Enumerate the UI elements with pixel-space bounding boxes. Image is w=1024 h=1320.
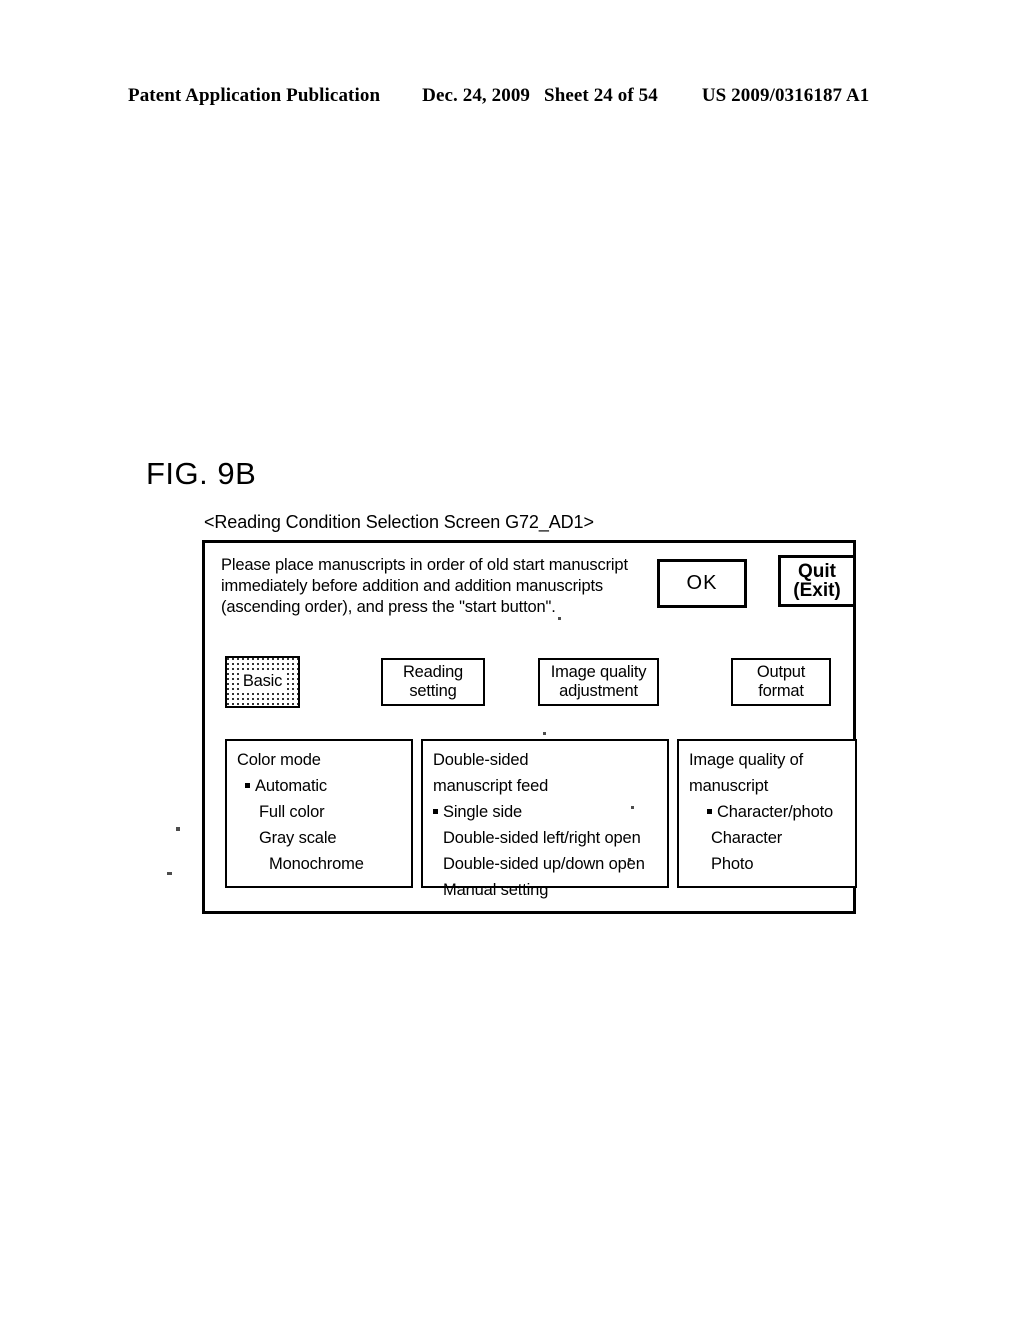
tab-reading-setting-label-line2: setting <box>409 682 457 700</box>
tab-reading-setting[interactable]: Reading setting <box>381 658 485 706</box>
option-color-mode-full-color[interactable]: Full color <box>237 799 411 825</box>
option-color-mode-gray-scale[interactable]: Gray scale <box>237 825 411 851</box>
ok-button[interactable]: OK <box>657 559 747 608</box>
scan-speck <box>167 872 172 875</box>
panel-duplex-manuscript-feed: Double-sided manuscript feed Single side… <box>421 739 669 899</box>
figure-label: FIG. 9B <box>146 456 257 491</box>
option-duplex-single-side[interactable]: Single side <box>433 799 667 825</box>
option-image-quality-character[interactable]: Character <box>689 825 855 851</box>
option-duplex-manual-setting[interactable]: Manual setting <box>433 877 667 903</box>
option-duplex-up-down-open[interactable]: Double-sided up/down open <box>433 851 667 877</box>
tab-basic-label: Basic <box>240 672 285 692</box>
option-image-quality-character-photo-label: Character/photo <box>717 803 834 821</box>
option-duplex-left-right-open-label: Double-sided left/right open <box>443 829 641 847</box>
tab-output-format-label-line2: format <box>758 682 804 700</box>
panel-image-quality-of-manuscript: Image quality of manuscript Character/ph… <box>677 739 857 888</box>
tab-output-format[interactable]: Output format <box>731 658 831 706</box>
header-sheet-label: Sheet 24 of 54 <box>544 85 658 106</box>
selected-bullet-icon <box>245 783 250 789</box>
ok-button-label: OK <box>686 572 718 594</box>
option-image-quality-character-photo[interactable]: Character/photo <box>689 799 855 825</box>
panel-color-mode-title: Color mode <box>237 751 321 769</box>
option-color-mode-automatic-label: Automatic <box>255 777 328 795</box>
option-color-mode-gray-scale-label: Gray scale <box>259 829 337 847</box>
figure-caption: <Reading Condition Selection Screen G72_… <box>204 512 594 532</box>
panel-image-quality-title-line1: Image quality of <box>689 751 804 769</box>
option-duplex-single-side-label: Single side <box>443 803 523 821</box>
tab-reading-setting-label-line1: Reading <box>402 662 464 681</box>
instruction-line-1: Please place manuscripts in order of old… <box>221 556 628 574</box>
option-image-quality-character-label: Character <box>711 829 783 847</box>
panel-duplex-title-line2: manuscript feed <box>433 777 549 795</box>
option-color-mode-full-color-label: Full color <box>259 803 325 821</box>
scan-speck <box>558 617 561 620</box>
scan-speck <box>176 827 180 831</box>
header-patent-number: US 2009/0316187 A1 <box>701 85 870 106</box>
quit-exit-button[interactable]: Quit (Exit) <box>778 555 856 607</box>
selected-bullet-icon <box>707 809 712 815</box>
option-duplex-manual-setting-label: Manual setting <box>443 881 549 899</box>
header-date-label: Dec. 24, 2009 <box>422 85 531 106</box>
page-header: Patent Application Publication Dec. 24, … <box>128 85 888 111</box>
tab-image-quality-adjustment[interactable]: Image quality adjustment <box>538 658 659 706</box>
option-color-mode-monochrome-label: Monochrome <box>269 855 364 873</box>
option-color-mode-monochrome[interactable]: Monochrome <box>237 851 411 877</box>
quit-button-sublabel: (Exit) <box>793 580 841 601</box>
panel-color-mode: Color mode Automatic Full color Gray sca… <box>225 739 413 888</box>
option-color-mode-automatic[interactable]: Automatic <box>237 773 411 799</box>
instruction-line-3: (ascending order), and press the "start … <box>221 598 556 616</box>
header-publication-label: Patent Application Publication <box>128 85 381 106</box>
tab-output-format-label-line1: Output <box>756 662 806 681</box>
instruction-line-2: immediately before addition and addition… <box>221 577 604 595</box>
scan-speck <box>543 732 546 735</box>
tab-image-quality-adjustment-label-line1: Image quality <box>550 662 647 681</box>
reading-condition-selection-screen: Please place manuscripts in order of old… <box>202 540 857 914</box>
option-image-quality-photo[interactable]: Photo <box>689 851 855 877</box>
tab-basic[interactable]: Basic <box>225 656 300 708</box>
panel-duplex-title-line1: Double-sided <box>433 751 529 769</box>
tab-image-quality-adjustment-label-line2: adjustment <box>559 682 638 700</box>
option-duplex-up-down-open-label: Double-sided up/down open <box>443 855 645 873</box>
scan-speck <box>628 858 631 861</box>
option-duplex-left-right-open[interactable]: Double-sided left/right open <box>433 825 667 851</box>
panel-image-quality-title-line2: manuscript <box>689 777 769 795</box>
option-image-quality-photo-label: Photo <box>711 855 754 873</box>
instruction-text: Please place manuscripts in order of old… <box>221 555 661 618</box>
quit-button-label: Quit <box>798 561 836 582</box>
selected-bullet-icon <box>433 809 438 815</box>
scan-speck <box>631 806 634 809</box>
